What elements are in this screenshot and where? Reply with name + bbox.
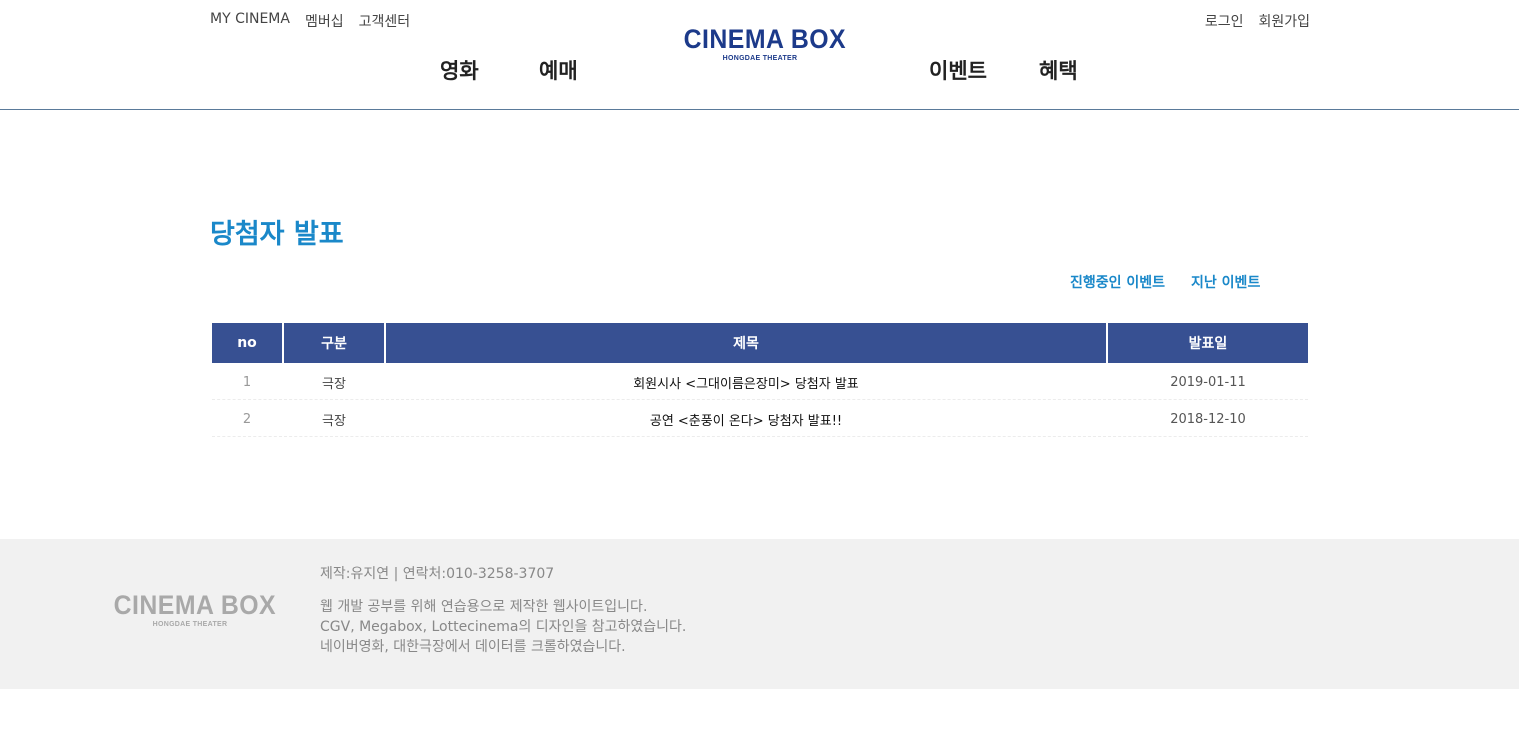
footer-desc-line: 네이버영화, 대한극장에서 데이터를 크롤하였습니다. <box>320 639 626 655</box>
footer-logo: CINEMA BOX HONGDAE THEATER <box>107 590 277 628</box>
table-row[interactable]: 2 극장 공연 <춘풍이 온다> 당첨자 발표!! 2018-12-10 <box>212 402 1308 437</box>
footer-desc-line: CGV, Megabox, Lottecinema의 디자인을 참고하였습니다. <box>320 619 687 635</box>
footer-desc-line: 웹 개발 공부를 위해 연습용으로 제작한 웹사이트입니다. <box>320 599 648 615</box>
login-link[interactable]: 로그인 <box>1205 11 1244 31</box>
footer-logo-wordmark: CINEMA BOX <box>113 590 277 620</box>
tab-ongoing-events[interactable]: 진행중인 이벤트 <box>1070 272 1165 292</box>
table-row[interactable]: 1 극장 회원시사 <그대이름은장미> 당첨자 발표 2019-01-11 <box>212 365 1308 400</box>
event-tabs: 진행중인 이벤트 지난 이벤트 <box>1070 272 1260 292</box>
logo-tagline: HONGDAE THEATER <box>722 55 798 62</box>
tab-past-events[interactable]: 지난 이벤트 <box>1191 272 1260 292</box>
row-title-link[interactable]: 회원시사 <그대이름은장미> 당첨자 발표 <box>386 365 1106 400</box>
customer-center-link[interactable]: 고객센터 <box>359 11 411 31</box>
row-date: 2018-12-10 <box>1108 402 1308 437</box>
row-no: 2 <box>212 402 282 437</box>
nav-booking[interactable]: 예매 <box>539 55 578 85</box>
membership-link[interactable]: 멤버십 <box>305 11 344 31</box>
site-logo[interactable]: CINEMA BOX HONGDAE THEATER <box>677 24 847 62</box>
winners-table: no 구분 제목 발표일 1 극장 회원시사 <그대이름은장미> 당첨자 발표 … <box>210 321 1310 439</box>
footer-contact: 제작:유지연 | 연락처:010-3258-3707 <box>320 566 555 582</box>
row-no: 1 <box>212 365 282 400</box>
header-category: 구분 <box>284 323 384 363</box>
row-title-link[interactable]: 공연 <춘풍이 온다> 당첨자 발표!! <box>386 402 1106 437</box>
footer-logo-tagline: HONGDAE THEATER <box>152 621 228 628</box>
page-title: 당첨자 발표 <box>210 219 344 250</box>
footer-description: 웹 개발 공부를 위해 연습용으로 제작한 웹사이트입니다. CGV, Mega… <box>320 597 686 657</box>
row-category: 극장 <box>284 365 384 400</box>
logo-wordmark: CINEMA BOX <box>683 24 847 54</box>
header-no: no <box>212 323 282 363</box>
nav-event[interactable]: 이벤트 <box>929 55 987 85</box>
row-category: 극장 <box>284 402 384 437</box>
header-date: 발표일 <box>1108 323 1308 363</box>
site-header: MY CINEMA 멤버십 고객센터 CINEMA BOX HONGDAE TH… <box>0 0 1519 110</box>
nav-movie[interactable]: 영화 <box>440 55 479 85</box>
header-title: 제목 <box>386 323 1106 363</box>
my-cinema-link[interactable]: MY CINEMA <box>210 11 290 31</box>
signup-link[interactable]: 회원가입 <box>1258 11 1310 31</box>
utility-menu-left: MY CINEMA 멤버십 고객센터 <box>210 11 410 31</box>
row-date: 2019-01-11 <box>1108 365 1308 400</box>
site-footer: CINEMA BOX HONGDAE THEATER 제작:유지연 | 연락처:… <box>0 539 1519 689</box>
nav-benefit[interactable]: 혜택 <box>1039 55 1078 85</box>
table-header-row: no 구분 제목 발표일 <box>212 323 1308 363</box>
utility-menu-right: 로그인 회원가입 <box>1205 11 1310 31</box>
